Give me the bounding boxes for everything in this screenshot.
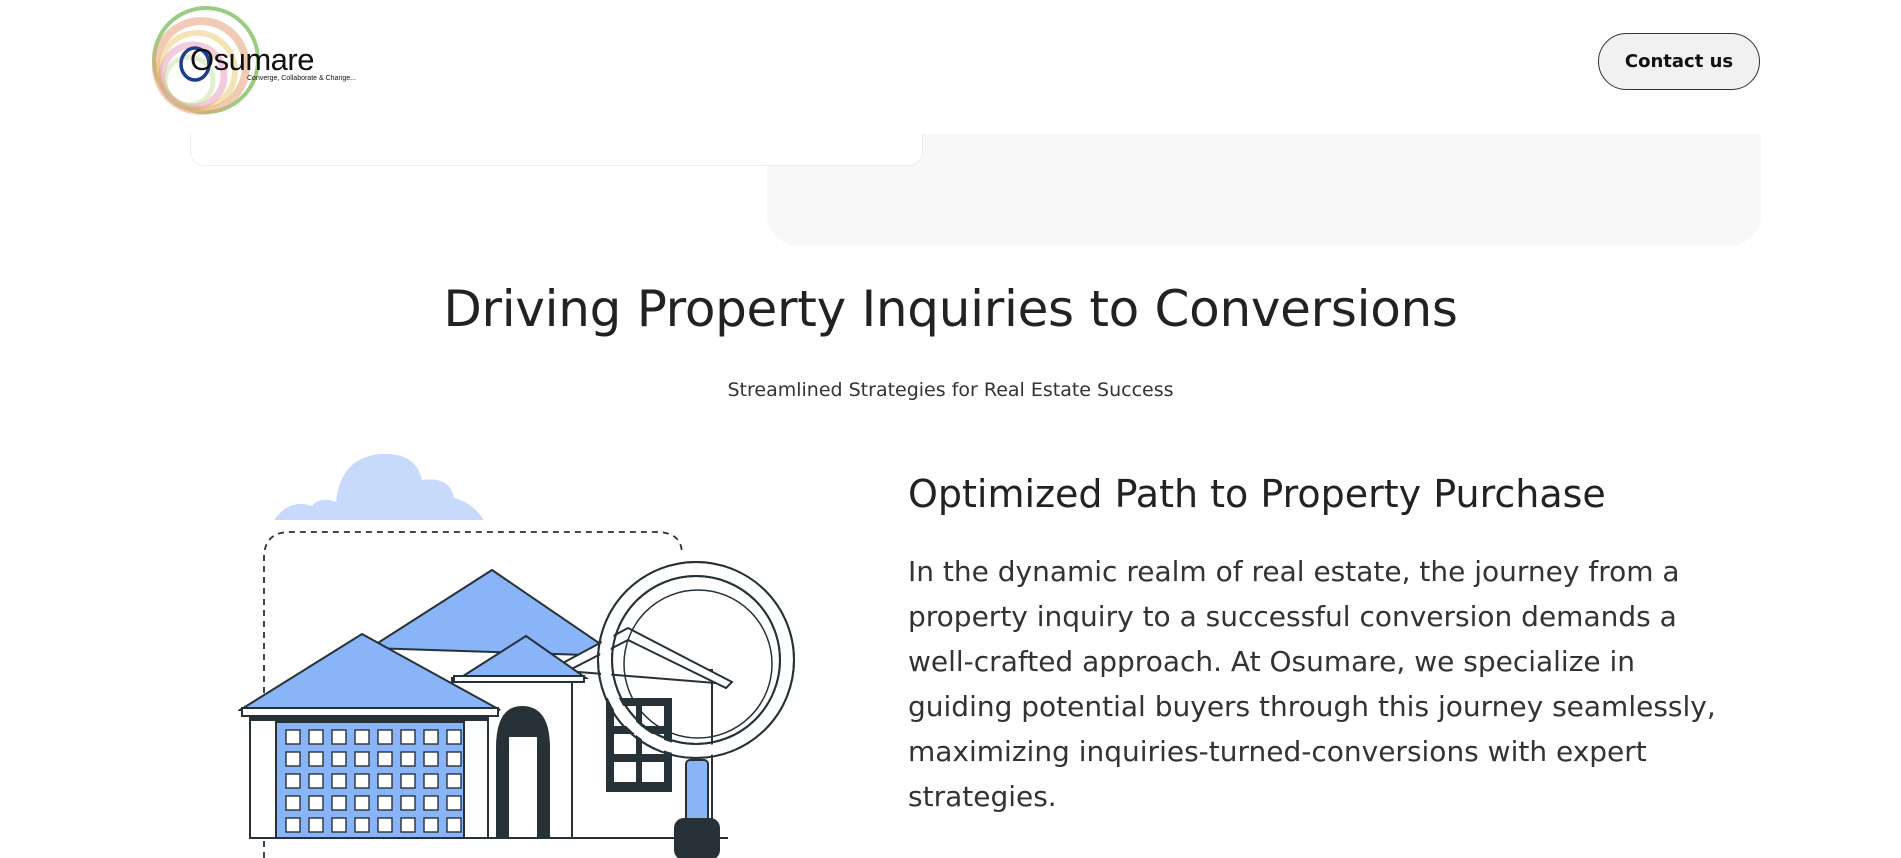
content-title: Optimized Path to Property Purchase (908, 472, 1606, 516)
logo[interactable]: Osumare Converge, Collaborate & Change..… (144, 0, 356, 122)
house-magnifier-icon (236, 453, 795, 858)
page: Osumare Converge, Collaborate & Change..… (0, 0, 1901, 858)
site-header: Osumare Converge, Collaborate & Change..… (0, 0, 1901, 134)
section-subtitle: Streamlined Strategies for Real Estate S… (727, 379, 1174, 401)
contact-us-button[interactable]: Contact us (1598, 33, 1760, 90)
content-body: In the dynamic realm of real estate, the… (908, 555, 1716, 814)
content-block: Optimized Path to Property Purchase In t… (908, 470, 1728, 819)
logo-text: Osumare (190, 42, 314, 77)
house-illustration (236, 450, 818, 858)
logo-tagline: Converge, Collaborate & Change... (247, 75, 356, 82)
cloud-icon (274, 453, 484, 520)
section-title: Driving Property Inquiries to Conversion… (443, 280, 1458, 338)
